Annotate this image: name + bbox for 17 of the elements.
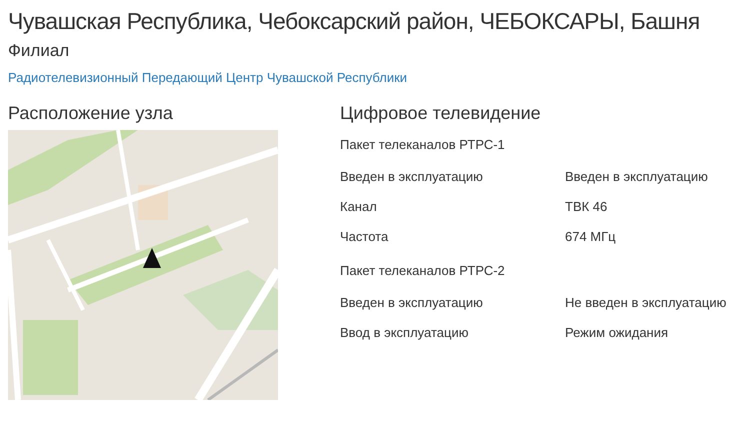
field-label: Частота [340, 228, 390, 246]
location-heading: Расположение узла [8, 102, 174, 125]
field-label: Введен в эксплуатацию [340, 168, 484, 186]
page-title: Чувашская Республика, Чебоксарский район, ЧЕБОКСАРЫ, Башня [8, 7, 701, 36]
field-label: Введен в эксплуатацию [340, 294, 484, 312]
field-value: ТВК 46 [565, 198, 608, 216]
field-label: Ввод в эксплуатацию [340, 324, 470, 342]
package-title: Пакет телеканалов РТРС-2 [340, 262, 506, 280]
field-label: Канал [340, 198, 378, 216]
field-value: Режим ожидания [565, 324, 668, 342]
section-heading: Цифровое телевидение [340, 102, 542, 125]
field-value: Не введен в эксплуатацию [565, 294, 726, 312]
branch-link[interactable]: Радиотелевизионный Передающий Центр Чувашской Республики [8, 70, 408, 85]
page-subtitle: Филиал [8, 40, 70, 62]
package-title: Пакет телеканалов РТРС-1 [340, 136, 506, 154]
field-value: 674 МГц [565, 228, 616, 246]
field-value: Введен в эксплуатацию [565, 168, 708, 186]
